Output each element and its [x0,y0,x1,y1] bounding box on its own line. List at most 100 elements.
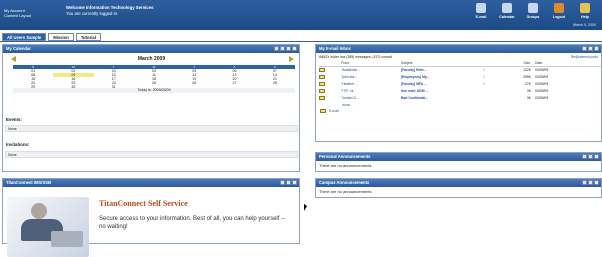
message-subject[interactable]: [Faculty] MFA ... [401,80,471,87]
campus-announcements-text: There are no announcements [319,189,372,194]
message-subject[interactable]: Bad Confirmati... [401,94,471,101]
priority-flag: ! [483,81,485,86]
panel-controls [582,180,599,185]
help-icon[interactable] [280,46,285,51]
nav-label: Calendar [499,15,515,19]
inbox-row[interactable]: "Jordan D... Bad Confirmati... 3K 03/09/09 [319,94,602,101]
message-size: 27K [524,81,531,86]
personal-announcements-panel: Personal Announcements There are no anno… [315,152,602,172]
nav-calendar-button[interactable]: Calendar [496,3,518,19]
help-icon [580,3,590,13]
message-subject[interactable]: Not read: UDM ... [401,87,471,94]
account-links: My Account Content Layout [4,8,31,18]
help-icon[interactable] [582,154,587,159]
message-size: 259K [523,74,531,79]
inbox-row[interactable]: "Academic... [Faculty] Retir...! 122K 03/09… [319,66,602,73]
calendar-icon [502,3,512,13]
top-navigation: E-mail Calendar Groups Logout Help [470,3,596,19]
nav-label: Help [581,15,589,19]
nav-help-button[interactable]: Help [574,3,596,19]
calendar-panel: My Calendar March 2009 SMTWTFS 01 02 03 04 0… [2,44,300,172]
envelope-icon [320,109,326,113]
minimize-icon[interactable] [588,154,593,159]
panel-title-bar: My Calendar [3,45,299,53]
envelope-icon [319,88,325,93]
welcome-title: Welcome Information Technology Services [66,5,154,10]
help-icon[interactable] [280,180,285,185]
envelope-cell [319,94,341,101]
nav-label: E-mail [475,15,487,19]
inbox-panel-title: My E-mail Inbox [319,46,351,51]
self-service-photo [7,197,89,257]
nav-groups-button[interactable]: Groups [522,3,544,19]
tab-all-users-sample[interactable]: All Users Sample [2,33,47,41]
nav-e-mail-button[interactable]: E-mail [470,3,492,19]
logout-icon [554,3,564,13]
help-icon[interactable] [582,46,587,51]
campus-announcements-title: Campus Announcements [319,180,370,185]
message-date: 03/09/09 [535,67,549,72]
inbox-summary: INBOX folder has (385) messages: (157) u… [319,55,392,59]
edit-icon[interactable] [274,46,279,51]
invitations-value: None [5,151,298,158]
message-size: 3K [526,88,531,93]
mouse-cursor-icon [304,204,307,211]
calendar-header: March 2009 [5,56,298,64]
close-icon[interactable] [594,180,599,185]
content-layout-link[interactable]: Content Layout [4,13,31,18]
close-icon[interactable] [292,180,297,185]
close-icon[interactable] [292,46,297,51]
panel-controls [274,46,297,51]
priority-flag [471,87,497,94]
top-banner: My Account Content Layout Welcome Inform… [0,0,602,30]
inbox-account-link[interactable]: Re@udmercy.edu [571,55,598,59]
envelope-cell [319,73,341,80]
minimize-icon[interactable] [286,46,291,51]
inbox-row[interactable]: "john sta... [Employees] My...! 259K 03/09/… [319,73,602,80]
message-size: 3K [526,95,531,100]
inbox-panel: My E-mail Inbox INBOX folder has (385) m… [315,44,602,142]
message-from: "Jordan D... [341,95,359,100]
email-link-label: E-mail [329,109,339,113]
personal-announcements-text: There are no announcements [319,163,372,168]
titanconnect-panel-title: TitanConnect IMS/SSB [6,180,52,185]
message-from: "Academic... [341,67,360,72]
message-from: "ITS" <it... [341,88,357,93]
events-label: Events: [6,117,22,122]
minimize-icon[interactable] [588,46,593,51]
priority-flag [471,94,497,101]
message-from: "john sta... [341,74,357,79]
groups-icon [528,3,538,13]
priority-flag: ! [483,67,485,72]
laptop-icon [51,231,83,247]
panel-title-bar: Campus Announcements [316,179,601,187]
inbox-row[interactable]: "Heather ... [Faculty] MFA ...! 27K 03/09/0… [319,80,602,87]
welcome-block: Welcome Information Technology Services … [66,5,153,17]
tab-tutorial[interactable]: Tutorial [75,33,101,41]
inbox-row[interactable]: "ITS" <it... Not read: UDM ... 3K 03/09/09 [319,87,602,94]
panel-controls [582,154,599,159]
titanconnect-description: Secure access to your information. Best … [99,216,286,230]
message-subject[interactable]: [Faculty] Retir... [401,66,471,73]
nav-logout-button[interactable]: Logout [548,3,570,19]
message-subject[interactable]: [Employees] My... [401,73,471,80]
envelope-icon [319,81,325,86]
minimize-icon[interactable] [588,180,593,185]
next-month-icon[interactable] [289,56,294,62]
events-value: None [5,125,298,132]
close-icon[interactable] [594,46,599,51]
close-icon[interactable] [594,154,599,159]
nav-label: Logout [552,15,566,19]
help-icon[interactable] [582,180,587,185]
titanconnect-heading[interactable]: TitanConnect Self Service [99,199,188,208]
panel-title-bar: TitanConnect IMS/SSB [3,179,299,187]
today-label: Today is: 2009/03/09 [13,88,295,93]
priority-flag: ! [483,74,485,79]
calendar-grid: SMTWTFS 01 02 03 04 05 06 07 08 09 10 11 12 13 14 15 16… [13,65,295,89]
current-date: March 9, 2009 [573,23,596,27]
minimize-icon[interactable] [286,180,291,185]
envelope-icon [319,74,325,79]
more-link[interactable]: more... [342,103,353,107]
email-link[interactable]: E-mail [320,109,339,113]
tab-mission[interactable]: Mission [48,33,74,41]
